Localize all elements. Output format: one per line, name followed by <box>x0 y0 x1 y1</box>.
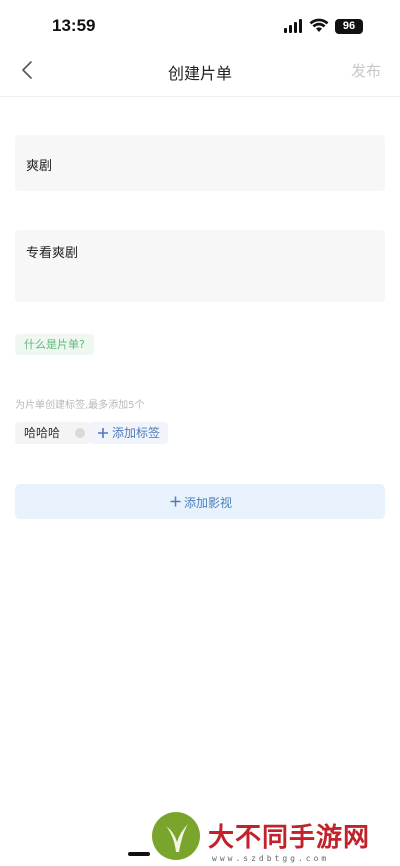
remove-tag-icon[interactable] <box>75 428 85 438</box>
status-time: 13:59 <box>52 16 96 35</box>
watermark-logo-icon <box>152 812 200 860</box>
playlist-description-value: 专看爽剧 <box>26 246 79 261</box>
status-bar: 13:59 96 <box>0 0 400 50</box>
tag-chip[interactable]: 哈哈哈 <box>15 422 90 444</box>
page-title: 创建片单 <box>167 64 232 83</box>
watermark: 大不同手游网 www.szdbtgg.com <box>150 808 400 866</box>
playlist-title-input[interactable]: 爽剧 <box>15 135 385 191</box>
playlist-title-value: 爽剧 <box>26 159 53 174</box>
nav-bar: 创建片单 发布 <box>0 50 400 97</box>
tag-hint: 为片单创建标签,最多添加5个 <box>15 400 145 411</box>
home-indicator <box>128 852 150 856</box>
watermark-brand: 大不同手游网 <box>208 823 371 853</box>
add-media-button[interactable]: 添加影视 <box>15 484 385 519</box>
plus-icon <box>98 428 108 438</box>
watermark-url: www.szdbtgg.com <box>212 854 330 863</box>
add-tag-button[interactable]: 添加标签 <box>90 422 169 444</box>
what-is-playlist-link[interactable]: 什么是片单? <box>15 334 94 355</box>
wifi-icon <box>309 18 329 32</box>
publish-button[interactable]: 发布 <box>351 60 381 81</box>
cellular-signal-icon <box>284 19 304 33</box>
playlist-description-input[interactable]: 专看爽剧 <box>15 230 385 302</box>
tag-chip-label: 哈哈哈 <box>24 426 61 440</box>
battery-icon: 96 <box>335 19 363 34</box>
plus-icon <box>170 496 181 507</box>
add-tag-label: 添加标签 <box>112 426 161 440</box>
add-media-label: 添加影视 <box>184 496 233 510</box>
